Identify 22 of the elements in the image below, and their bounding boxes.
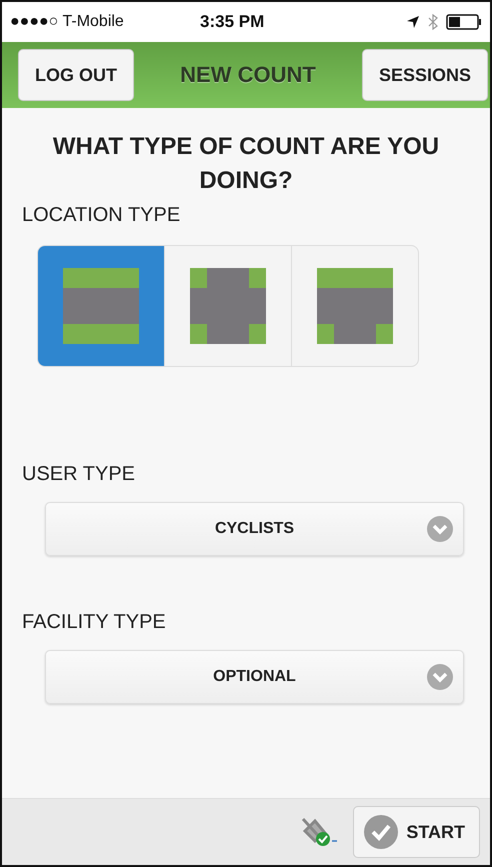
select-field[interactable]: OPTIONAL	[45, 650, 464, 704]
form-heading: WHAT TYPE OF COUNT ARE YOU DOING?	[52, 132, 440, 196]
field-label: LOCATION TYPE	[22, 204, 182, 227]
bluetooth-icon	[428, 14, 438, 30]
road-straight-icon	[63, 268, 139, 344]
sessions-button[interactable]: SESSIONS	[362, 49, 488, 101]
battery-icon	[446, 14, 482, 30]
chevron-down-icon	[427, 664, 453, 690]
field-label: FACILITY TYPE	[22, 611, 167, 634]
road-intersection-icon	[190, 268, 266, 344]
field-label: USER TYPE	[22, 463, 136, 486]
status-time: 3:35 PM	[200, 12, 264, 32]
carrier-signal: ●●●●○ T-Mobile	[10, 13, 125, 31]
chevron-down-icon	[427, 516, 453, 542]
satellite-dish-check-icon	[299, 817, 340, 847]
location-arrow-icon	[406, 15, 420, 29]
log-out-button[interactable]: LOG OUT	[18, 49, 134, 101]
start-button[interactable]: START	[353, 806, 480, 858]
road-t-junction-icon	[317, 268, 393, 344]
select-field[interactable]: CYCLISTS	[45, 502, 464, 556]
check-icon	[364, 815, 398, 849]
page-title: NEW COUNT	[180, 62, 316, 88]
